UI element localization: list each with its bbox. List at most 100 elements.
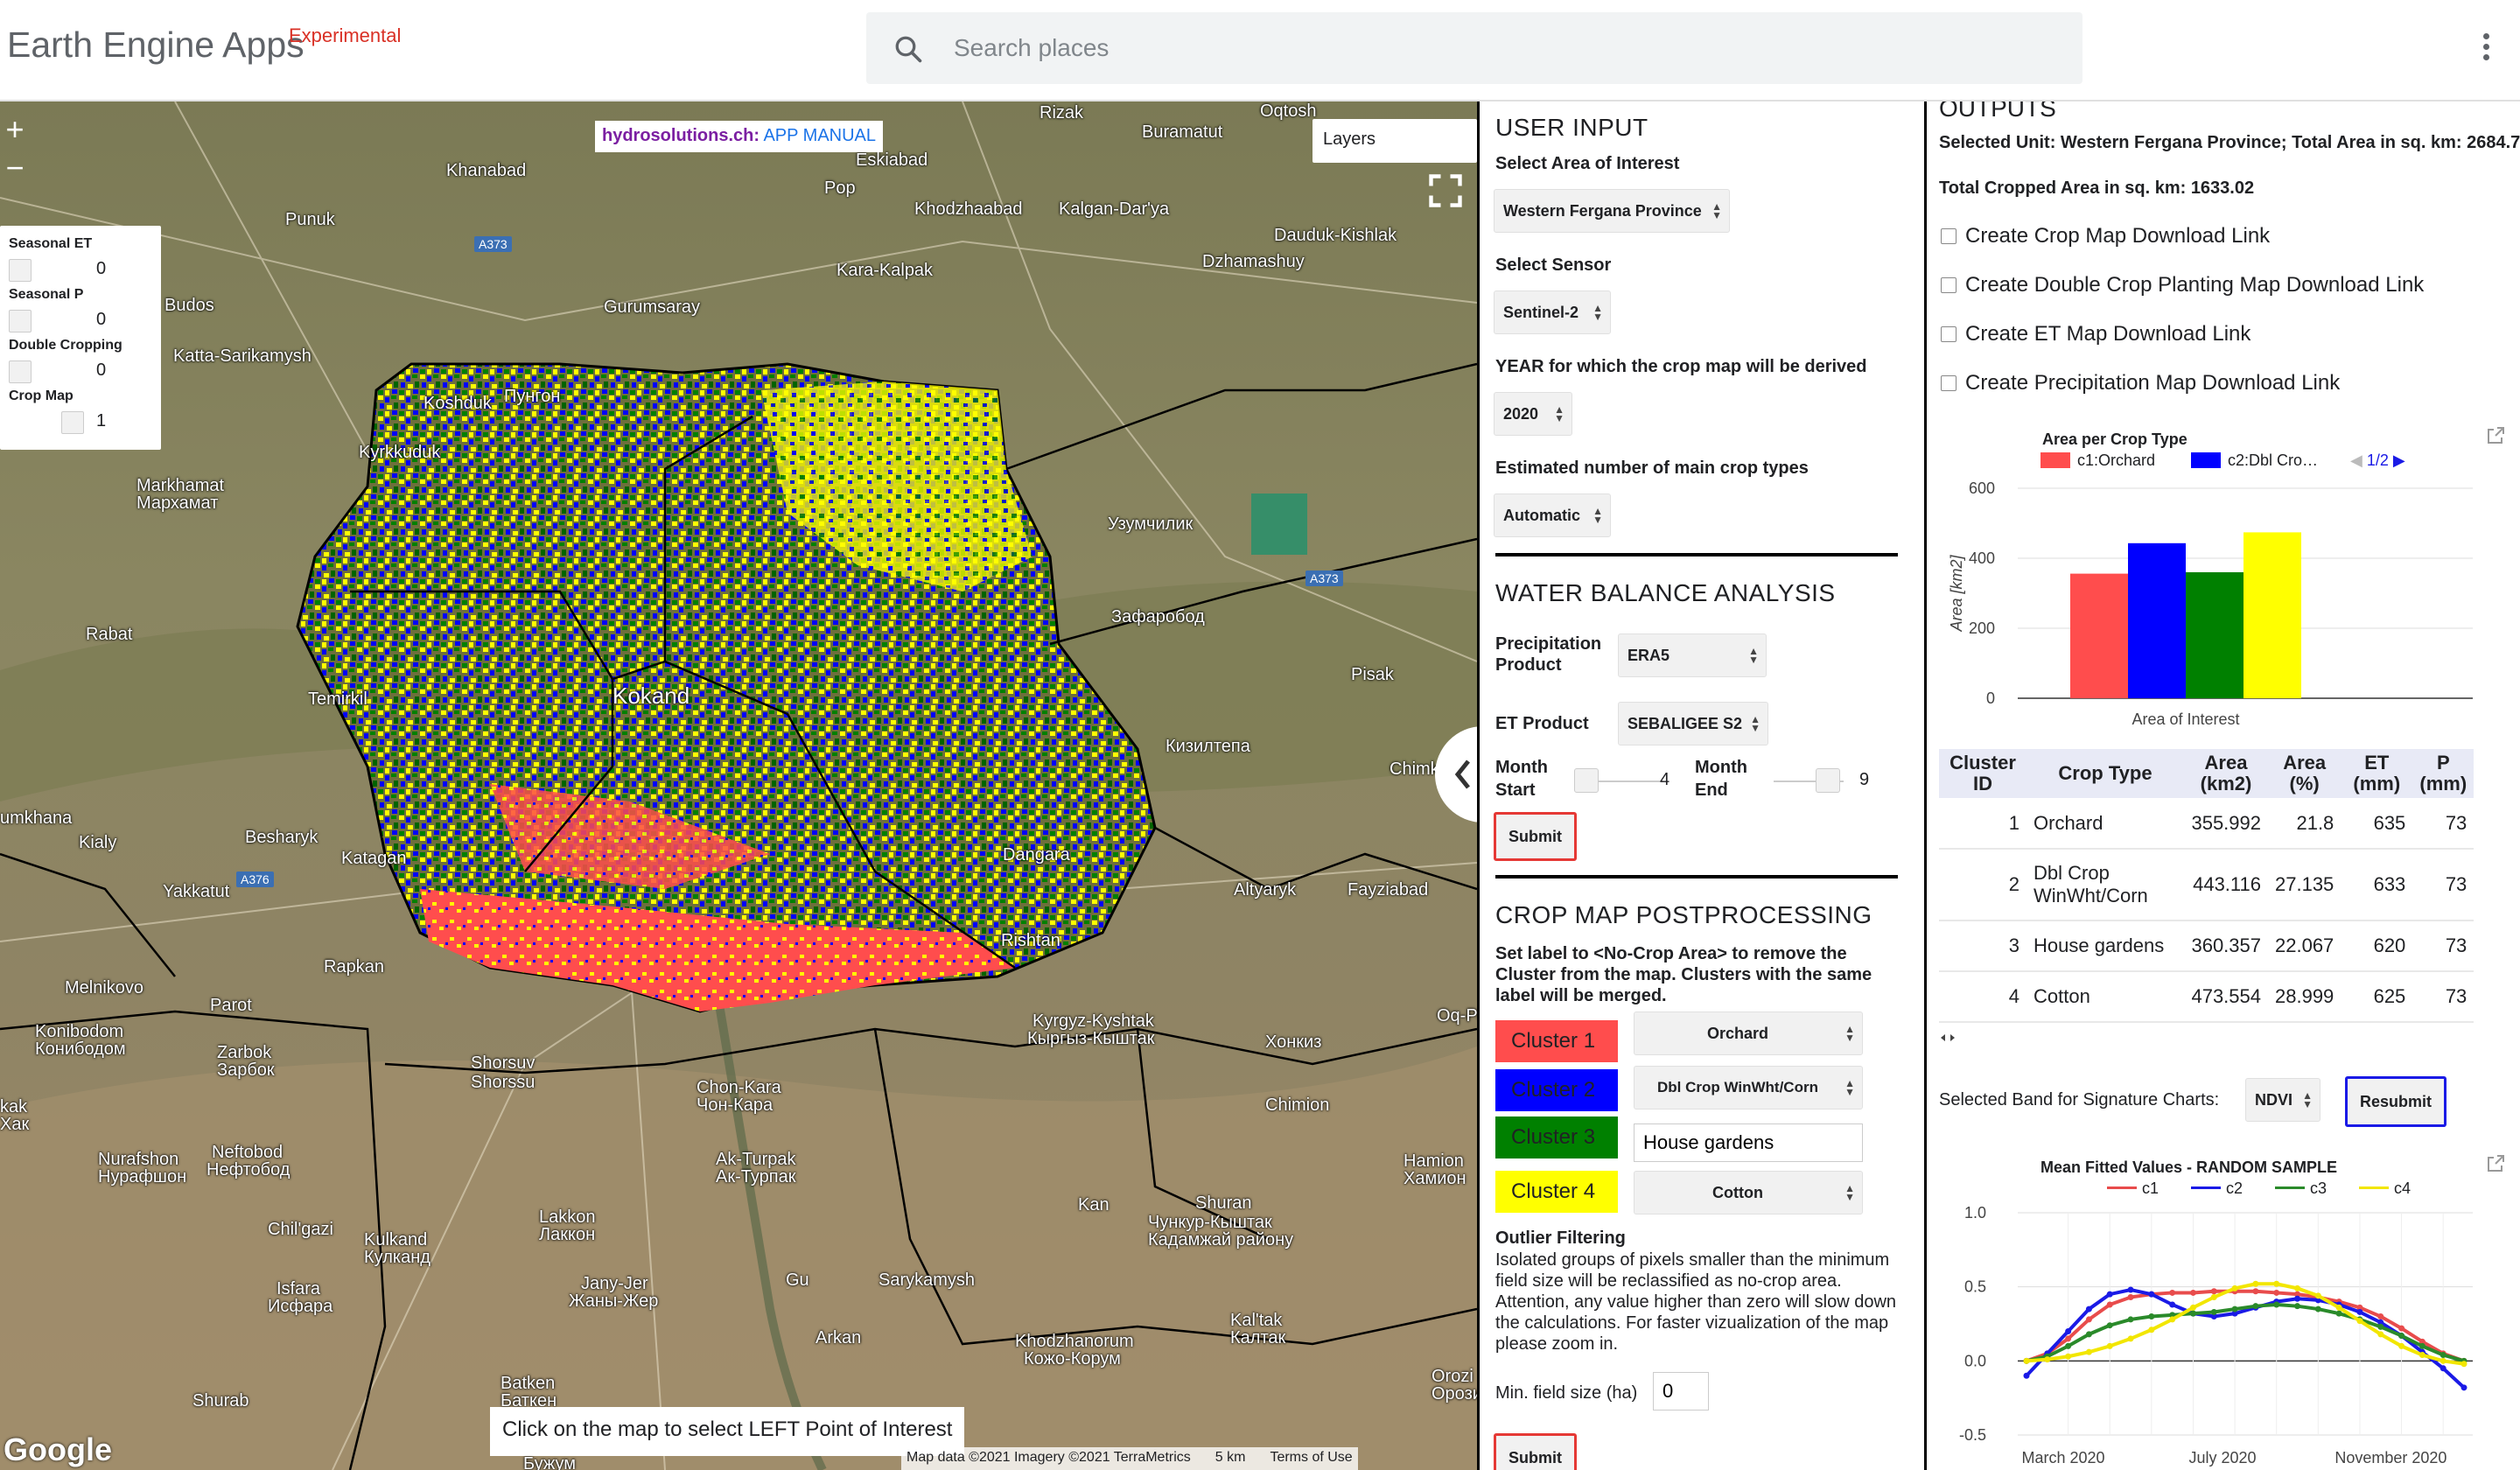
search-box[interactable] — [866, 12, 2082, 84]
table-scroll-arrows-icon[interactable] — [1939, 1032, 1956, 1043]
table-cell: 27.135 — [2268, 849, 2342, 921]
series-point-c3 — [2418, 1342, 2426, 1349]
y-tick-label: 200 — [1969, 620, 1995, 637]
map-view[interactable]: Rizak Buramatut Oqtosh Khanabad Eskiabad… — [0, 102, 1477, 1470]
x-tick-label: July 2020 — [2188, 1449, 2256, 1466]
bar-c4:Cotton[interactable] — [2244, 532, 2301, 698]
search-input[interactable] — [954, 28, 2004, 68]
divider — [1495, 553, 1898, 556]
map-label: Хамион — [1404, 1169, 1466, 1188]
band-label: Selected Band for Signature Charts: — [1939, 1090, 2220, 1110]
map-attribution: Map data ©2021 Imagery ©2021 TerraMetric… — [901, 1447, 1358, 1470]
series-point-c2 — [2085, 1306, 2092, 1312]
crop-map-download-checkbox[interactable]: Create Crop Map Download Link — [1941, 224, 2270, 248]
updown-arrows-icon: ▲ ▼ — [1748, 645, 1759, 666]
legend-label: c1:Orchard — [2077, 452, 2156, 469]
checkbox-box[interactable] — [1941, 228, 1956, 244]
legend-slider[interactable] — [61, 411, 84, 434]
bar-c2:Dbl Cro…[interactable] — [2128, 542, 2186, 698]
bar-c1:Orchard[interactable] — [2070, 573, 2128, 698]
cluster-4-chip: Cluster 4 — [1495, 1171, 1618, 1213]
zoom-in-button[interactable]: + — [0, 110, 30, 149]
prev-page-icon[interactable]: ◀ — [2350, 452, 2362, 469]
series-point-c3 — [2252, 1303, 2259, 1310]
y-axis-label: Area [km2] — [1948, 554, 1965, 632]
table-row: 1 Orchard 355.992 21.8 635 73 — [1939, 798, 2474, 850]
precip-select[interactable]: ERA5 ▲ ▼ — [1618, 634, 1767, 677]
submit-filter-button[interactable]: Submit — [1494, 1433, 1577, 1470]
table-cell: Dbl Crop WinWht/Corn — [2026, 849, 2184, 921]
et-product-select[interactable]: SEBALIGEE S2 ▲ ▼ — [1618, 702, 1768, 746]
legend-slider[interactable] — [9, 259, 32, 282]
map-label: Kara-Kalpak — [836, 261, 934, 280]
map-label: Чон-Кара — [696, 1096, 774, 1115]
submit-button[interactable]: Submit — [1494, 812, 1577, 861]
next-page-icon[interactable]: ▶ — [2393, 452, 2405, 469]
postprocessing-description: Set label to <No-Crop Area> to remove th… — [1495, 944, 1872, 1005]
legend-pager[interactable]: ◀ 1/2 ▶ — [2350, 452, 2405, 470]
checkbox-box[interactable] — [1941, 375, 1956, 391]
precip-map-download-checkbox[interactable]: Create Precipitation Map Download Link — [1941, 371, 2340, 396]
app-title[interactable]: Earth Engine Apps — [7, 24, 304, 66]
month-start-value: 4 — [1660, 770, 1670, 789]
legend-row: Crop Map 1 — [9, 388, 152, 439]
series-point-c1 — [2169, 1289, 2176, 1296]
legend-slider[interactable] — [9, 310, 32, 332]
column-header[interactable]: Crop Type — [2026, 749, 2184, 798]
min-field-size-input[interactable] — [1653, 1372, 1709, 1410]
bar-c3:House gardens[interactable] — [2186, 572, 2244, 698]
map-label: Бужум — [523, 1454, 577, 1470]
double-crop-download-checkbox[interactable]: Create Double Crop Planting Map Download… — [1941, 273, 2424, 298]
series-point-c4 — [2085, 1348, 2092, 1355]
area-per-crop-chart: Area per Crop Type c1:Orchard c2:Dbl Cro… — [1939, 420, 2520, 788]
map-label: Gu — [786, 1270, 809, 1290]
layers-button[interactable]: Layers — [1312, 119, 1477, 163]
column-header[interactable]: Area (%) — [2268, 749, 2342, 798]
cluster-3-label-input[interactable] — [1634, 1124, 1863, 1162]
sensor-select[interactable]: Sentinel-2 ▲ ▼ — [1494, 290, 1611, 334]
cluster-2-select[interactable]: Dbl Crop WinWht/Corn ▲ ▼ — [1634, 1066, 1863, 1110]
legend-item: c1:Orchard — [2040, 452, 2155, 470]
series-point-c1 — [2106, 1301, 2113, 1308]
checkbox-box[interactable] — [1941, 326, 1956, 342]
table-cell: 73 — [2412, 920, 2474, 972]
cluster-4-select[interactable]: Cotton ▲ ▼ — [1634, 1171, 1863, 1214]
zoom-out-button[interactable]: − — [0, 149, 30, 187]
y-tick-label: 600 — [1969, 480, 1995, 497]
column-header[interactable]: Area (km2) — [2184, 749, 2268, 798]
y-tick-label: -0.5 — [1959, 1426, 1986, 1444]
band-select[interactable]: NDVI ▲ ▼ — [2245, 1078, 2320, 1122]
more-options-icon[interactable] — [2473, 30, 2499, 70]
map-label: Parot — [210, 996, 252, 1015]
legend-slider[interactable] — [9, 360, 32, 383]
column-header[interactable]: Cluster ID — [1939, 749, 2026, 798]
scale-bar[interactable]: 5 km — [1215, 1450, 1246, 1467]
map-label: Dzhamashuy — [1202, 252, 1305, 271]
ncrop-select[interactable]: Automatic ▲ ▼ — [1494, 494, 1611, 537]
et-map-download-checkbox[interactable]: Create ET Map Download Link — [1941, 322, 2250, 346]
collapse-panel-button[interactable] — [1435, 726, 1477, 822]
chevron-left-icon — [1454, 760, 1470, 789]
month-end-slider[interactable] — [1816, 768, 1840, 793]
year-select[interactable]: 2020 ▲ ▼ — [1494, 392, 1572, 436]
series-line-c2[interactable] — [2025, 1288, 2466, 1390]
open-external-icon[interactable] — [2485, 425, 2506, 446]
month-start-slider[interactable] — [1574, 768, 1599, 793]
cluster-1-select[interactable]: Orchard ▲ ▼ — [1634, 1012, 1863, 1055]
road-label: A373 — [1306, 570, 1343, 586]
search-icon[interactable] — [892, 33, 924, 65]
column-header[interactable]: ET (mm) — [2341, 749, 2413, 798]
map-label: Chil'gazi — [268, 1220, 333, 1239]
aoi-select[interactable]: Western Fergana Province ▲ ▼ — [1494, 189, 1730, 233]
terms-of-use-link[interactable]: Terms of Use — [1270, 1450, 1352, 1467]
column-header[interactable]: P (mm) — [2412, 749, 2474, 798]
resubmit-button[interactable]: Resubmit — [2345, 1076, 2447, 1127]
legend-swatch — [2107, 1186, 2137, 1189]
checkbox-box[interactable] — [1941, 277, 1956, 293]
open-external-icon[interactable] — [2485, 1153, 2506, 1174]
series-line-c4[interactable] — [2026, 1282, 2465, 1366]
map-label: Kyrkkuduk — [359, 443, 441, 462]
app-manual-link[interactable]: APP MANUAL — [763, 126, 876, 145]
chart-title: Mean Fitted Values - RANDOM SAMPLE — [2040, 1158, 2338, 1176]
fullscreen-icon[interactable] — [1426, 172, 1465, 210]
